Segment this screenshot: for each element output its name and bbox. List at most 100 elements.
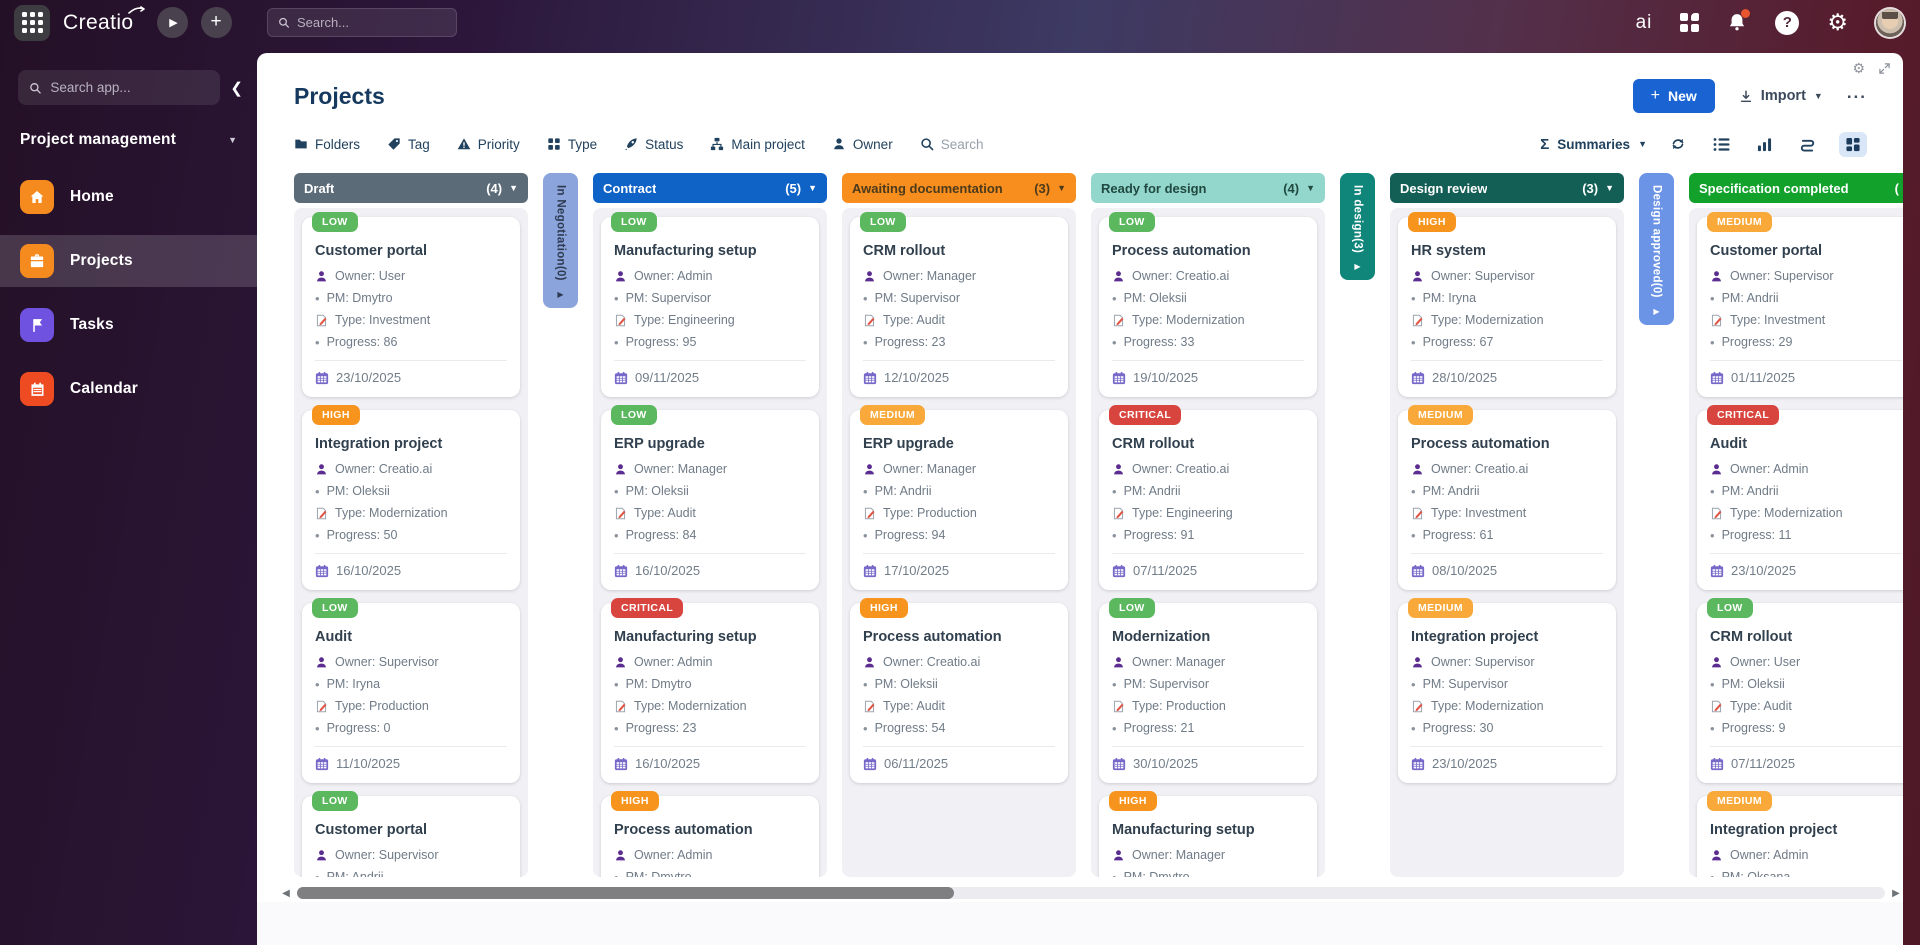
filter-status[interactable]: Status xyxy=(624,137,683,152)
date-row: 01/11/2025 xyxy=(1710,370,1902,385)
project-card[interactable]: LOW Manufacturing setup Owner: Admin • P… xyxy=(601,212,819,397)
kanban-column-collapsed[interactable]: Design approved(0) ▶ xyxy=(1639,173,1674,325)
ai-assistant-button[interactable]: ai xyxy=(1636,12,1653,34)
calendar-icon xyxy=(315,371,329,384)
kanban-column-collapsed[interactable]: In design(3) ▶ xyxy=(1340,173,1375,281)
apps-icon[interactable] xyxy=(1680,13,1700,32)
calendar-icon xyxy=(1112,371,1126,384)
priority-badge: MEDIUM xyxy=(1408,405,1473,425)
kanban-column-header[interactable]: Contract (5) ▼ xyxy=(593,173,827,203)
list-view-button[interactable] xyxy=(1709,133,1734,156)
project-card[interactable]: LOW CRM rollout Owner: User • PM: Oleksi… xyxy=(1697,598,1903,783)
import-button[interactable]: Import ▼ xyxy=(1739,88,1823,104)
project-card[interactable]: MEDIUM ERP upgrade Owner: Manager • PM: … xyxy=(850,405,1068,590)
search-icon xyxy=(278,17,289,28)
refresh-button[interactable] xyxy=(1666,132,1690,156)
date-row: 16/10/2025 xyxy=(614,563,806,578)
card-divider xyxy=(1112,553,1304,554)
sidebar-collapse-icon[interactable]: ❮ xyxy=(230,79,243,97)
owner-text: Owner: Manager xyxy=(883,269,977,283)
filter-owner[interactable]: Owner xyxy=(832,137,893,152)
kanban-column-header[interactable]: Design review (3) ▼ xyxy=(1390,173,1624,203)
filter-folders[interactable]: Folders xyxy=(294,137,360,152)
panel-settings-gear-icon[interactable]: ⚙ xyxy=(1852,61,1865,75)
project-card[interactable]: CRITICAL Manufacturing setup Owner: Admi… xyxy=(601,598,819,783)
project-card[interactable]: LOW Customer portal Owner: Supervisor • … xyxy=(302,791,520,877)
date-row: 23/10/2025 xyxy=(315,370,507,385)
project-card[interactable]: MEDIUM Integration project Owner: Admin … xyxy=(1697,791,1903,877)
expand-panel-icon[interactable] xyxy=(1879,62,1890,74)
project-card[interactable]: HIGH Process automation Owner: Admin • P… xyxy=(601,791,819,877)
board-search[interactable]: Search xyxy=(920,137,983,152)
project-card[interactable]: MEDIUM Customer portal Owner: Supervisor… xyxy=(1697,212,1903,397)
card-title: Audit xyxy=(1710,436,1748,452)
project-card[interactable]: LOW Process automation Owner: Creatio.ai… xyxy=(1099,212,1317,397)
document-icon xyxy=(316,700,327,712)
sidebar-item-home[interactable]: Home xyxy=(0,171,257,223)
column-name: Design review xyxy=(1400,180,1488,196)
scroll-right-icon[interactable]: ▶ xyxy=(1889,888,1903,899)
priority-badge: HIGH xyxy=(1408,212,1456,232)
chart-view-button[interactable] xyxy=(1753,133,1776,156)
filter-priority[interactable]: Priority xyxy=(457,137,520,152)
owner-text: Owner: Admin xyxy=(1730,462,1809,476)
project-card[interactable]: MEDIUM Process automation Owner: Creatio… xyxy=(1398,405,1616,590)
project-card[interactable]: LOW CRM rollout Owner: Manager • PM: Sup… xyxy=(850,212,1068,397)
new-button[interactable]: + New xyxy=(1632,79,1715,113)
filter-type[interactable]: Type xyxy=(547,137,597,152)
scrollbar-track[interactable] xyxy=(297,887,1885,899)
owner-row: Owner: Creatio.ai xyxy=(1112,269,1304,283)
sidebar-item-tasks[interactable]: Tasks xyxy=(0,299,257,351)
pm-row: • PM: Dmytro xyxy=(315,291,507,305)
project-card[interactable]: HIGH Process automation Owner: Creatio.a… xyxy=(850,598,1068,783)
app-grid-icon[interactable] xyxy=(14,4,50,41)
summaries-button[interactable]: Σ Summaries ▼ xyxy=(1540,136,1647,153)
app-search-input[interactable] xyxy=(50,80,210,95)
card-divider xyxy=(1710,553,1902,554)
sidebar-item-projects[interactable]: Projects xyxy=(0,235,257,287)
calendar-icon xyxy=(1411,371,1425,384)
scroll-left-icon[interactable]: ◀ xyxy=(279,888,293,899)
progress-row: • Progress: 33 xyxy=(1112,335,1304,349)
kanban-column-header[interactable]: Ready for design (4) ▼ xyxy=(1091,173,1325,203)
global-add-button[interactable]: + xyxy=(200,7,232,38)
type-row: Type: Production xyxy=(863,506,1055,520)
horizontal-scrollbar[interactable]: ◀ ▶ xyxy=(257,886,1903,900)
workspace-selector[interactable]: Project management ▼ xyxy=(0,105,257,149)
project-card[interactable]: LOW ERP upgrade Owner: Manager • PM: Ole… xyxy=(601,405,819,590)
kanban-column-collapsed[interactable]: In Negotiation(0) ▶ xyxy=(543,173,578,308)
user-avatar[interactable] xyxy=(1876,8,1904,37)
settings-gear-icon[interactable]: ⚙ xyxy=(1827,11,1848,34)
project-card[interactable]: CRITICAL CRM rollout Owner: Creatio.ai •… xyxy=(1099,405,1317,590)
more-actions-button[interactable]: ... xyxy=(1847,83,1867,109)
project-card[interactable]: HIGH Integration project Owner: Creatio.… xyxy=(302,405,520,590)
project-card[interactable]: LOW Modernization Owner: Manager • PM: S… xyxy=(1099,598,1317,783)
filter-main-project[interactable]: Main project xyxy=(710,137,805,152)
bullet-icon: • xyxy=(614,676,619,692)
kanban-column-header[interactable]: Draft (4) ▼ xyxy=(294,173,528,203)
kanban-view-button[interactable] xyxy=(1839,131,1867,157)
pm-row: • PM: Supervisor xyxy=(1411,677,1603,691)
sidebar-item-label: Tasks xyxy=(70,316,114,333)
project-card[interactable]: MEDIUM Integration project Owner: Superv… xyxy=(1398,598,1616,783)
sidebar-item-calendar[interactable]: Calendar xyxy=(0,363,257,415)
calendar-icon xyxy=(315,757,329,770)
app-search[interactable] xyxy=(18,70,221,105)
kanban-column-header[interactable]: Awaiting documentation (3) ▼ xyxy=(842,173,1076,203)
kanban-column-header[interactable]: Specification completed ( ▼ xyxy=(1689,173,1903,203)
help-icon[interactable]: ? xyxy=(1775,10,1800,35)
project-card[interactable]: LOW Customer portal Owner: User • PM: Dm… xyxy=(302,212,520,397)
notifications-bell-icon[interactable] xyxy=(1727,9,1751,33)
project-card[interactable]: HIGH Manufacturing setup Owner: Manager … xyxy=(1099,791,1317,877)
filter-tag[interactable]: Tag xyxy=(387,137,430,152)
priority-badge: HIGH xyxy=(860,598,908,618)
project-card[interactable]: HIGH HR system Owner: Supervisor • PM: I… xyxy=(1398,212,1616,397)
project-card[interactable]: CRITICAL Audit Owner: Admin • PM: Andrii… xyxy=(1697,405,1903,590)
global-search-input[interactable] xyxy=(296,15,446,30)
play-button[interactable]: ▶ xyxy=(156,7,188,38)
scrollbar-thumb[interactable] xyxy=(297,887,954,899)
global-search[interactable] xyxy=(266,8,457,37)
project-card[interactable]: LOW Audit Owner: Supervisor • PM: Iryna … xyxy=(302,598,520,783)
kanban-column: Ready for design (4) ▼ LOW Process autom… xyxy=(1091,173,1325,877)
pipeline-view-button[interactable] xyxy=(1795,133,1820,156)
